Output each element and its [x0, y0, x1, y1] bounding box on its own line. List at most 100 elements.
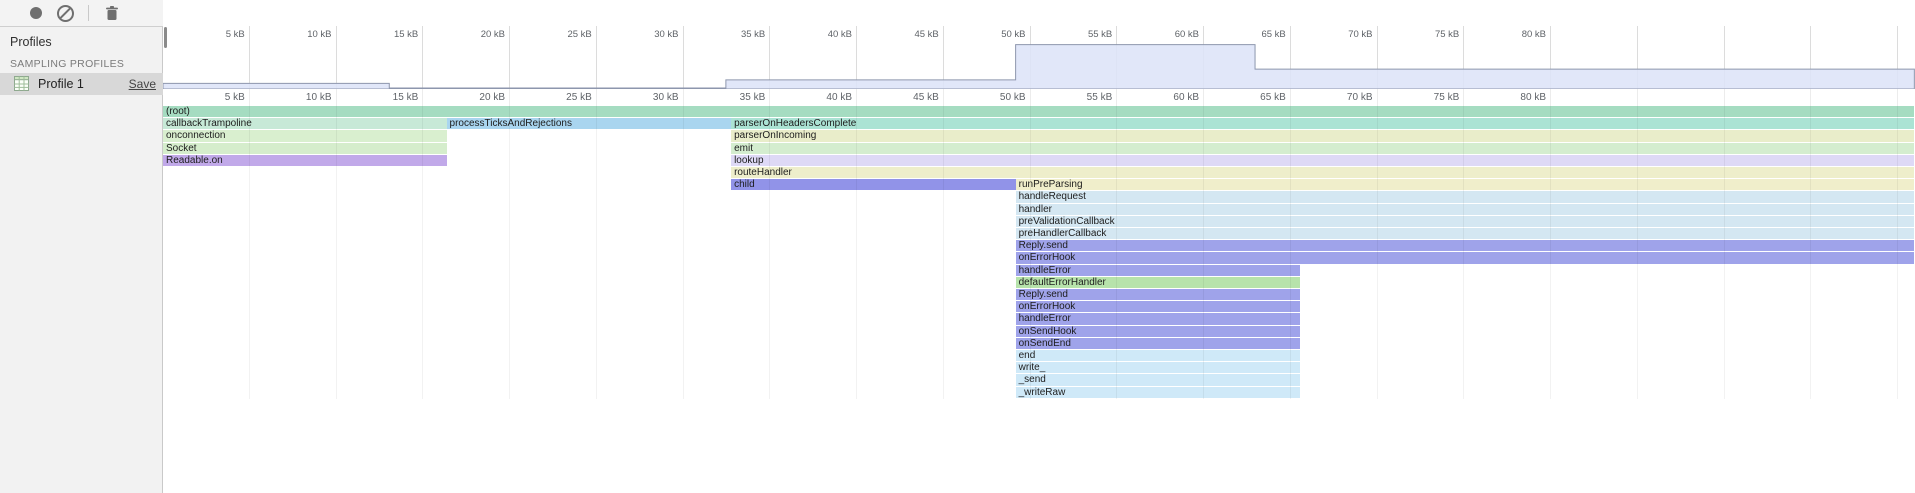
flame-bar-child[interactable]: child	[731, 179, 1016, 190]
flame-bar-onconnection[interactable]: onconnection	[163, 130, 447, 141]
flame-bar-onsendhook[interactable]: onSendHook	[1016, 326, 1301, 337]
toolbar-divider	[88, 5, 89, 21]
gridline	[856, 106, 857, 399]
ruler-tick-label: 70 kB	[1347, 92, 1373, 103]
gridline	[856, 89, 857, 106]
flame-bar-handleerror[interactable]: handleError	[1016, 313, 1301, 324]
gridline	[1290, 89, 1291, 106]
ruler-tick-label: 15 kB	[393, 92, 419, 103]
ruler-tick-label: 5 kB	[225, 92, 245, 103]
flame-bar-emit[interactable]: emit	[731, 143, 1914, 154]
ruler-tick-label: 75 kB	[1434, 92, 1460, 103]
gridline	[1030, 89, 1031, 106]
save-profile-link[interactable]: Save	[129, 77, 156, 91]
gridline	[1290, 106, 1291, 399]
flame-bar-socket[interactable]: Socket	[163, 143, 447, 154]
gridline	[1377, 106, 1378, 399]
gridline	[683, 106, 684, 399]
flame-bar-prehandlercallback[interactable]: preHandlerCallback	[1016, 228, 1915, 239]
gridline	[1116, 89, 1117, 106]
sampling-profiles-heading: SAMPLING PROFILES	[10, 58, 124, 70]
gridline	[1116, 106, 1117, 399]
gridline	[1463, 106, 1464, 399]
gridline	[943, 89, 944, 106]
ruler-tick-label: 60 kB	[1173, 92, 1199, 103]
gridline	[1030, 106, 1031, 399]
overview-area-series	[163, 45, 1914, 89]
gridline	[1550, 89, 1551, 106]
flame-bar-runpreparsing[interactable]: runPreParsing	[1016, 179, 1915, 190]
ruler-tick-label: 55 kB	[1087, 92, 1113, 103]
ruler-tick-label: 80 kB	[1520, 92, 1546, 103]
gridline	[509, 89, 510, 106]
ruler-tick-label: 35 kB	[740, 92, 766, 103]
flame-bar-lookup[interactable]: lookup	[731, 155, 1914, 166]
flame-bar-reply-send[interactable]: Reply.send	[1016, 240, 1915, 251]
gridline	[336, 106, 337, 399]
overview-drag-handle[interactable]	[164, 27, 167, 48]
trash-icon[interactable]	[100, 0, 124, 26]
gridline	[509, 106, 510, 399]
gridline	[1724, 106, 1725, 399]
gridline	[769, 89, 770, 106]
gridline	[1637, 89, 1638, 106]
gridline	[1203, 89, 1204, 106]
flame-bar-handlerequest[interactable]: handleRequest	[1016, 191, 1915, 202]
flame-bar-writeraw[interactable]: _writeRaw	[1016, 387, 1301, 398]
gridline	[1810, 106, 1811, 399]
gridline	[1463, 89, 1464, 106]
ruler-tick-label: 30 kB	[653, 92, 679, 103]
gridline	[1810, 89, 1811, 106]
gridline	[249, 106, 250, 399]
flame-bar-onsendend[interactable]: onSendEnd	[1016, 338, 1301, 349]
gridline	[336, 89, 337, 106]
profile-name: Profile 1	[38, 77, 84, 91]
heap-profiler-panel: Chart Profiles SAMPLING PROFILES Profile…	[0, 0, 1915, 493]
flame-bar-end[interactable]: end	[1016, 350, 1301, 361]
flame-chart-area: 5 kB 10 kB 15 kB 20 kB 25 kB 30 kB 35 kB 40 kB 4…	[163, 0, 1915, 493]
gridline	[422, 89, 423, 106]
gridline	[1637, 106, 1638, 399]
profiles-sidebar: Profiles SAMPLING PROFILES Profile 1 Sav…	[0, 27, 163, 493]
gridline	[422, 106, 423, 399]
flame-bar-defaulterrorhandler[interactable]: defaultErrorHandler	[1016, 277, 1301, 288]
flame-bar-onerrorhook[interactable]: onErrorHook	[1016, 252, 1915, 263]
profile-icon	[14, 76, 29, 91]
ruler-tick-label: 65 kB	[1260, 92, 1286, 103]
clear-icon[interactable]	[54, 0, 76, 26]
sidebar-title: Profiles	[10, 35, 52, 49]
allocation-overview-chart[interactable]	[163, 26, 1915, 89]
trash-glyph	[105, 6, 119, 21]
gridline	[1897, 106, 1898, 399]
ruler-tick-label: 25 kB	[566, 92, 592, 103]
flame-bar-parseronheaderscomplete[interactable]: parserOnHeadersComplete	[731, 118, 1914, 129]
gridline	[249, 89, 250, 106]
flame-bar-reply-send[interactable]: Reply.send	[1016, 289, 1301, 300]
flame-bar-prevalidationcallback[interactable]: preValidationCallback	[1016, 216, 1915, 227]
ruler-tick-label: 40 kB	[826, 92, 852, 103]
flame-bar-processticksandrejections[interactable]: processTicksAndRejections	[447, 118, 732, 129]
ruler-tick-label: 45 kB	[913, 92, 939, 103]
flame-bar-send[interactable]: _send	[1016, 374, 1301, 385]
flame-bar-handleerror[interactable]: handleError	[1016, 265, 1301, 276]
ruler-tick-label: 20 kB	[479, 92, 505, 103]
gridline	[1203, 106, 1204, 399]
flame-bar-onerrorhook[interactable]: onErrorHook	[1016, 301, 1301, 312]
flame-bar-readable-on[interactable]: Readable.on	[163, 155, 447, 166]
flame-bar-handler[interactable]: handler	[1016, 204, 1915, 215]
ruler-tick-label: 10 kB	[306, 92, 332, 103]
flame-bar-root[interactable]: (root)	[163, 106, 1914, 117]
flame-bar-routehandler[interactable]: routeHandler	[731, 167, 1914, 178]
record-dot	[30, 7, 42, 19]
flame-bar-callbacktrampoline[interactable]: callbackTrampoline	[163, 118, 447, 129]
gridline	[683, 89, 684, 106]
ruler-tick-label: 50 kB	[1000, 92, 1026, 103]
gridline	[596, 89, 597, 106]
gridline	[596, 106, 597, 399]
gridline	[943, 106, 944, 399]
profile-list-item[interactable]: Profile 1 Save	[0, 73, 163, 95]
gridline	[1897, 89, 1898, 106]
flame-bar-write[interactable]: write_	[1016, 362, 1301, 373]
record-icon[interactable]	[26, 0, 46, 26]
flame-bar-parseronincoming[interactable]: parserOnIncoming	[731, 130, 1914, 141]
